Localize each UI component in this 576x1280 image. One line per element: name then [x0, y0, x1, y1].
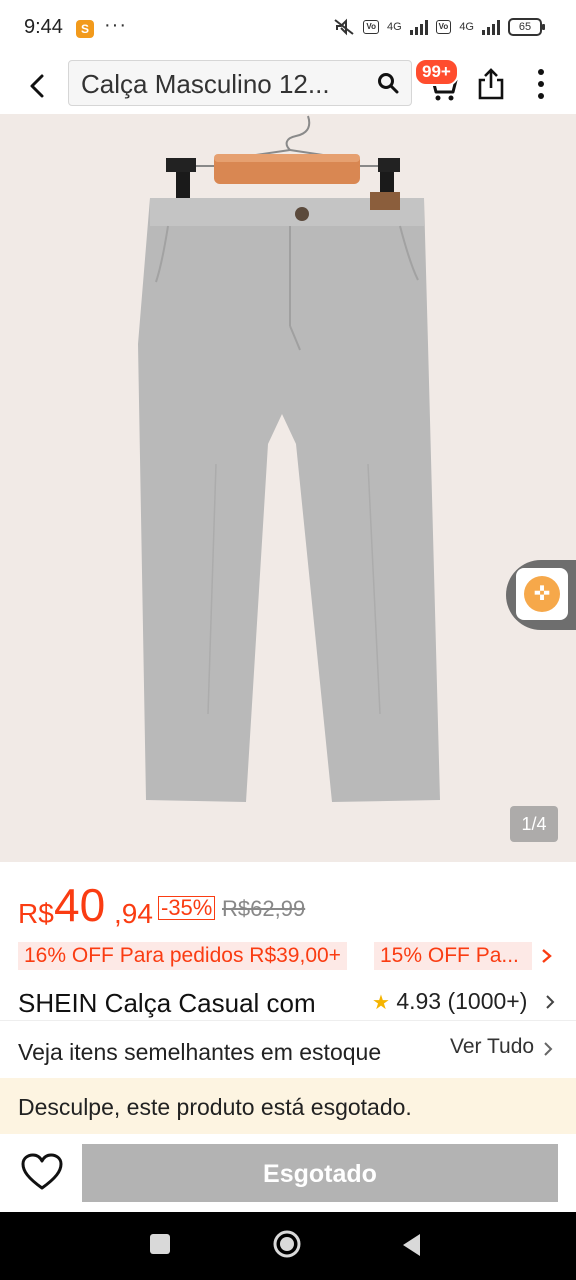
rating-count: (1000+)	[447, 988, 528, 1014]
signal-icon	[409, 19, 428, 35]
top-bar: Calça Masculino 12... 99+	[0, 58, 576, 114]
status-bar: 9:44 S ··· Vo 4G Vo 4G 65	[0, 0, 576, 58]
chevron-right-icon[interactable]	[540, 944, 554, 968]
product-title: SHEIN Calça Casual com	[18, 988, 316, 1018]
network-type-2: 4G	[459, 21, 474, 33]
more-options-icon[interactable]	[532, 66, 550, 102]
status-time: 9:44	[24, 16, 63, 38]
sold-out-button[interactable]: Esgotado	[82, 1144, 558, 1202]
similar-items-label: Veja itens semelhantes em estoque	[18, 1039, 382, 1065]
signal-icon-2	[482, 19, 500, 35]
sold-out-message: Desculpe, este produto está esgotado.	[18, 1094, 412, 1120]
mute-icon	[334, 18, 354, 36]
image-page-indicator: 1/4	[510, 806, 558, 842]
see-all-link[interactable]: Ver Tudo	[450, 1035, 534, 1059]
network-type-1: 4G	[386, 21, 402, 33]
price-integer: 40	[54, 879, 106, 931]
promo-coupon-2[interactable]: 15% OFF Pa...	[374, 942, 532, 970]
search-icon[interactable]	[377, 72, 399, 94]
status-indicators: Vo 4G Vo 4G 65	[333, 18, 545, 36]
floating-widget-panel[interactable]: ✜	[516, 568, 568, 620]
promo-row[interactable]: 16% OFF Para pedidos R$39,00+ 15% OFF Pa…	[18, 942, 558, 970]
system-nav-bar	[0, 1212, 576, 1280]
similar-items-row[interactable]: Veja itens semelhantes em estoque Ver Tu…	[0, 1020, 576, 1077]
accessibility-icon[interactable]: ✜	[524, 576, 560, 612]
promo-coupon-1[interactable]: 16% OFF Para pedidos R$39,00+	[18, 942, 347, 970]
original-price: R$62,99	[222, 896, 306, 921]
back-arrow-icon[interactable]	[20, 66, 54, 106]
cart-count-badge: 99+	[414, 58, 459, 86]
battery-icon: 65	[508, 18, 545, 36]
bottom-action-bar: Esgotado	[0, 1134, 576, 1210]
volte-icon-2: Vo	[435, 20, 452, 34]
share-icon[interactable]	[476, 66, 506, 102]
product-rating[interactable]: ★ 4.93 (1000+)	[372, 988, 527, 1015]
star-icon: ★	[372, 992, 390, 1014]
price-decimal: ,94	[114, 898, 153, 929]
notification-app-icon: S	[76, 20, 94, 38]
system-back-icon[interactable]	[400, 1232, 424, 1258]
price-row: R$ 40 ,94 -35% R$62,99	[18, 876, 558, 936]
sold-out-notice: Desculpe, este produto está esgotado.	[0, 1078, 576, 1134]
rating-value: 4.93	[396, 988, 442, 1014]
recent-apps-icon[interactable]	[150, 1234, 170, 1254]
chevron-right-icon[interactable]	[542, 1039, 554, 1059]
chevron-right-icon[interactable]	[544, 992, 556, 1012]
home-icon[interactable]	[272, 1229, 302, 1259]
price-currency: R$	[18, 898, 54, 929]
search-input-text[interactable]: Calça Masculino 12...	[81, 69, 361, 100]
product-photo	[138, 115, 440, 802]
heart-icon[interactable]	[20, 1152, 64, 1192]
floating-accessibility-widget[interactable]: ✜	[506, 560, 576, 630]
product-title-row: SHEIN Calça Casual com ★ 4.93 (1000+)	[0, 984, 576, 1024]
search-box[interactable]: Calça Masculino 12...	[68, 60, 412, 106]
notification-more-icon: ···	[104, 14, 127, 36]
product-image-gallery[interactable]: ✜ 1/4	[0, 114, 576, 862]
discount-badge: -35%	[158, 896, 216, 920]
volte-icon: Vo	[363, 20, 379, 34]
